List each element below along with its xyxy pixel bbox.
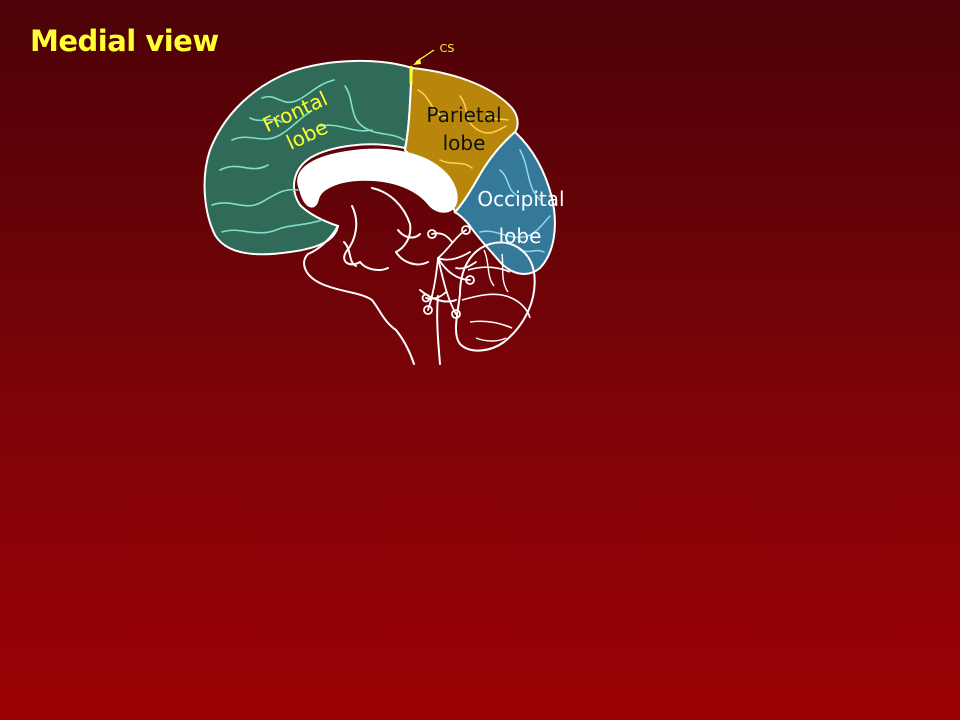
cs-label: CS <box>440 42 455 55</box>
cs-arrow-head <box>413 58 421 65</box>
arbor-vitae <box>421 225 477 319</box>
occipital-lobe-label-line1: Occipital <box>477 187 564 211</box>
parietal-lobe-label-line2: lobe <box>443 131 486 155</box>
brainstem-outlines <box>303 187 457 365</box>
occipital-lobe-label-line2: lobe <box>499 224 542 248</box>
brain-medial-diagram: CS Frontal lobe Parietal lobe Occipital … <box>203 42 565 365</box>
parietal-lobe-label-line1: Parietal <box>426 103 501 127</box>
